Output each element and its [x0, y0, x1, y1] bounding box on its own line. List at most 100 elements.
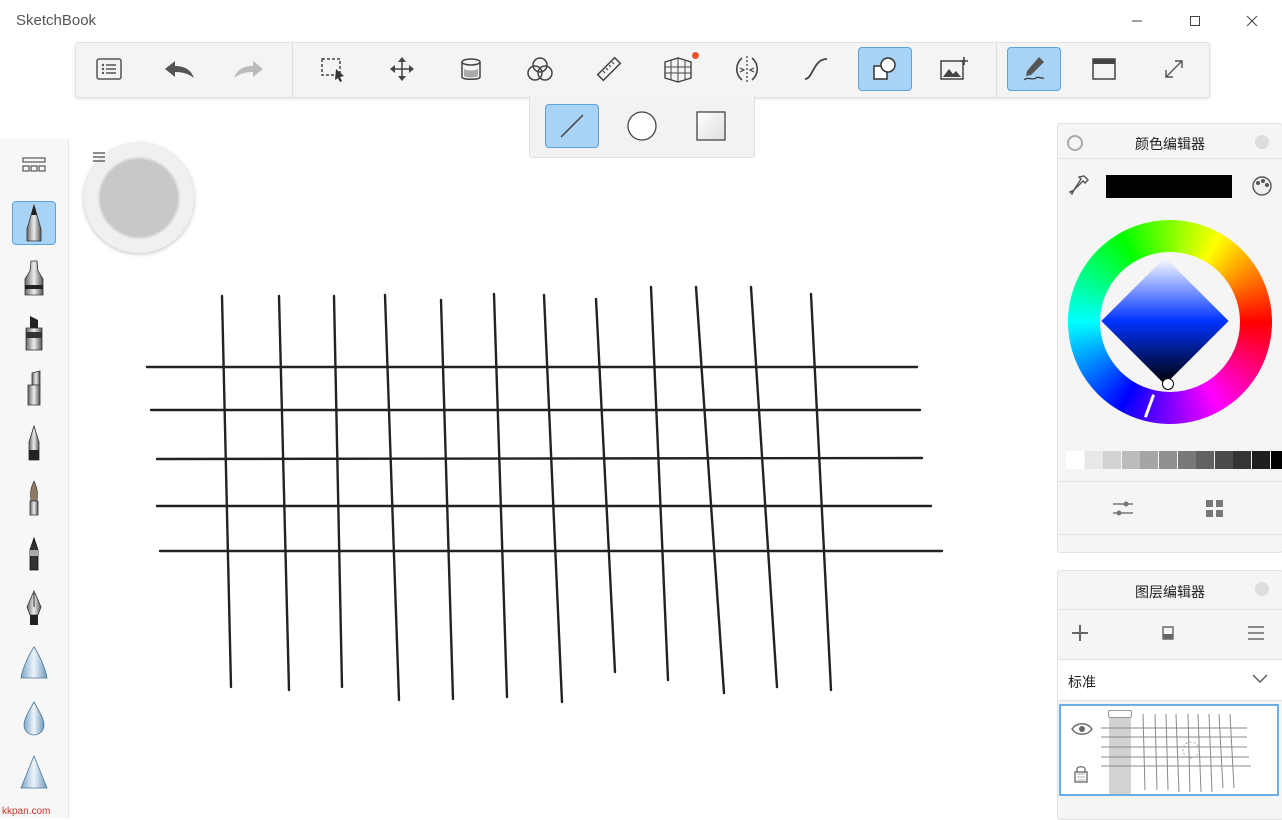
sharpen-cone-icon: [20, 754, 48, 789]
undo-button[interactable]: [152, 47, 206, 91]
symmetry-icon: [735, 56, 759, 82]
close-icon: [1246, 15, 1258, 27]
main-toolbar: [75, 42, 1210, 98]
brush-ink-pen[interactable]: [12, 532, 56, 576]
panel-close-dot[interactable]: [1255, 582, 1269, 596]
gray-swatch[interactable]: [1121, 451, 1140, 469]
add-layer-icon[interactable]: [1071, 624, 1089, 642]
paintbrush-icon: [29, 480, 39, 516]
gray-swatch[interactable]: [1214, 451, 1233, 469]
expand-icon: [1165, 60, 1183, 78]
panel-close-dot[interactable]: [1255, 135, 1269, 149]
layer-editor-panel: 图层编辑器 标准: [1057, 570, 1282, 820]
ballpoint-pen-icon: [28, 424, 40, 461]
title-bar: SketchBook: [0, 0, 1282, 42]
panel-divider: [1058, 609, 1282, 610]
app-title: SketchBook: [16, 12, 97, 29]
perspective-button[interactable]: [651, 47, 705, 91]
watermark-text: kkpan.com: [2, 806, 51, 817]
maximize-button[interactable]: [1173, 6, 1217, 36]
brush-sharpen[interactable]: [12, 752, 56, 796]
gray-swatch[interactable]: [1270, 451, 1282, 469]
move-icon: [390, 57, 414, 81]
list-icon: [96, 58, 122, 80]
gray-swatch[interactable]: [1103, 451, 1122, 469]
stylus-button[interactable]: [1007, 47, 1061, 91]
brush-ballpoint[interactable]: [12, 422, 56, 466]
bucket-icon: [461, 58, 481, 80]
brush-pencil[interactable]: [12, 201, 56, 245]
ruler-icon: [596, 56, 622, 82]
color-picker-handle[interactable]: [1162, 378, 1174, 390]
blend-mode-value: 标准: [1068, 674, 1096, 690]
ruler-button[interactable]: [582, 47, 636, 91]
select-button[interactable]: [306, 47, 360, 91]
curve-button[interactable]: [789, 47, 843, 91]
ink-pen-icon: [29, 536, 39, 571]
menu-button[interactable]: [82, 47, 136, 91]
swatch-grid-icon[interactable]: [1205, 499, 1225, 519]
toolbar-divider: [996, 43, 997, 97]
transform-button[interactable]: [375, 47, 429, 91]
eyedropper-icon[interactable]: [1068, 174, 1090, 198]
gray-swatch[interactable]: [1159, 451, 1177, 469]
brush-fountain-pen[interactable]: [12, 587, 56, 631]
chevron-down-icon: [1252, 674, 1268, 683]
brush-marker[interactable]: [12, 312, 56, 356]
gray-swatch[interactable]: [1140, 451, 1159, 469]
color-editor-title: 颜色编辑器: [1135, 136, 1205, 152]
notification-dot: [692, 52, 699, 59]
drawing-canvas[interactable]: [68, 96, 1053, 818]
current-color-swatch[interactable]: [1106, 175, 1232, 198]
blend-mode-dropdown[interactable]: 标准: [1058, 659, 1282, 701]
smear-cone-icon: [20, 646, 48, 679]
brush-palette: [0, 139, 69, 818]
shapes-button[interactable]: [858, 47, 912, 91]
redo-icon: [234, 61, 263, 78]
sliders-icon[interactable]: [1111, 499, 1135, 519]
selection-icon: [321, 58, 344, 82]
maximize-icon: [1190, 16, 1200, 26]
clear-layer-icon[interactable]: [1159, 624, 1177, 642]
color-circles-icon: [527, 57, 553, 81]
chisel-marker-icon: [27, 370, 41, 406]
layer-menu-icon[interactable]: [1247, 625, 1265, 641]
window-button[interactable]: [1077, 47, 1131, 91]
lock-icon[interactable]: [1073, 764, 1089, 784]
brush-smear[interactable]: [12, 642, 56, 686]
grid-icon: [22, 157, 46, 172]
gray-swatch[interactable]: [1252, 451, 1270, 469]
gray-swatch[interactable]: [1177, 451, 1196, 469]
panel-divider: [1058, 534, 1282, 535]
layer-editor-title: 图层编辑器: [1135, 584, 1205, 600]
blur-drop-icon: [23, 701, 45, 736]
pencil-icon: [26, 203, 42, 242]
eye-icon[interactable]: [1071, 722, 1093, 736]
fill-button[interactable]: [444, 47, 498, 91]
brush-library-button[interactable]: [12, 143, 56, 187]
symmetry-button[interactable]: [720, 47, 774, 91]
minimize-icon: [1132, 20, 1142, 22]
brush-chisel-marker[interactable]: [12, 367, 56, 411]
gray-swatch[interactable]: [1196, 451, 1215, 469]
toolbar-divider: [292, 43, 293, 97]
layer-item[interactable]: [1059, 704, 1279, 796]
copic-button[interactable]: [513, 47, 567, 91]
airbrush-icon: [24, 260, 44, 296]
brush-airbrush[interactable]: [12, 257, 56, 301]
add-image-icon: [940, 57, 968, 80]
gray-swatch[interactable]: [1233, 451, 1252, 469]
minimize-button[interactable]: [1115, 6, 1159, 36]
close-button[interactable]: [1230, 6, 1274, 36]
perspective-grid-icon: [664, 57, 692, 83]
shapes-icon: [873, 57, 896, 80]
marker-icon: [25, 316, 43, 351]
brush-paintbrush[interactable]: [12, 477, 56, 521]
fullscreen-button[interactable]: [1147, 47, 1201, 91]
brush-blur[interactable]: [12, 697, 56, 741]
palette-icon[interactable]: [1250, 174, 1274, 198]
add-image-button[interactable]: [927, 47, 981, 91]
gray-swatch[interactable]: [1084, 451, 1103, 469]
redo-button[interactable]: [222, 47, 276, 91]
gray-swatch[interactable]: [1066, 451, 1084, 469]
